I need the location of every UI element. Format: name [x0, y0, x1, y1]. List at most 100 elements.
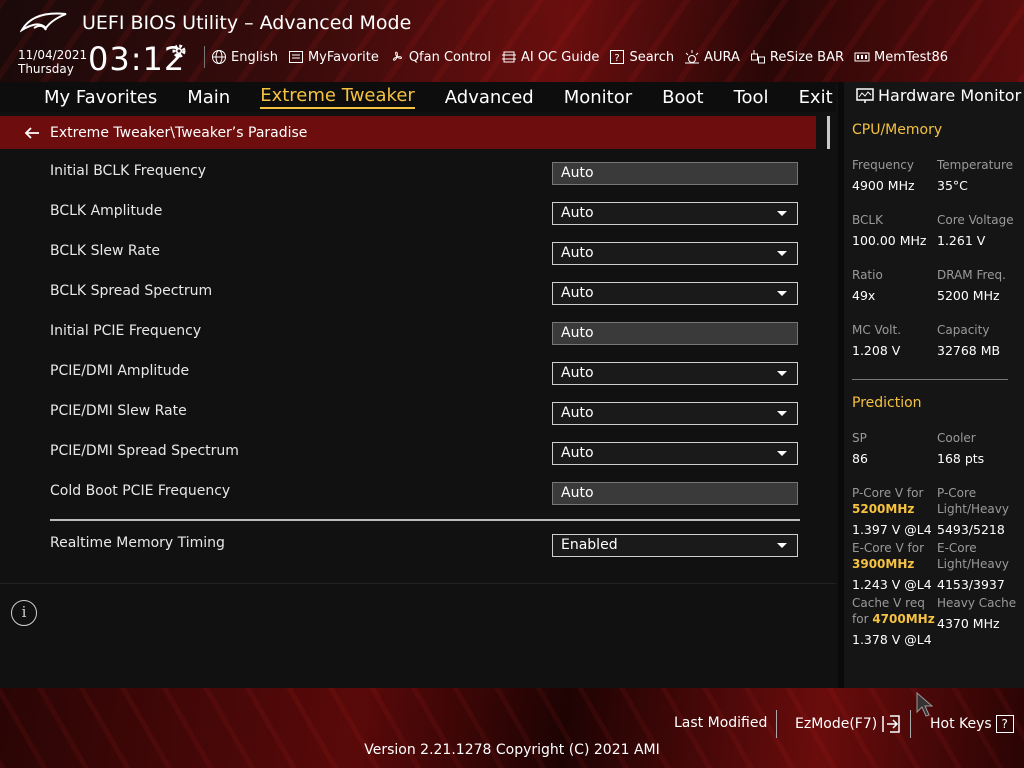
- dropdown-caret-icon: [777, 211, 787, 216]
- setting-label: PCIE/DMI Amplitude: [50, 363, 190, 379]
- setting-label: Initial BCLK Frequency: [50, 163, 207, 179]
- breadcrumb: Extreme Tweaker\Tweaker’s Paradise: [0, 116, 816, 149]
- setting-row: PCIE/DMI Slew Rate Auto: [50, 401, 800, 425]
- setting-input[interactable]: Auto: [552, 162, 798, 185]
- breadcrumb-path: Extreme Tweaker\Tweaker’s Paradise: [50, 124, 308, 141]
- tab-tool[interactable]: Tool: [734, 87, 769, 108]
- hw-value: 86: [852, 451, 868, 466]
- search-icon: ?: [610, 50, 625, 64]
- prediction-heading: Prediction: [852, 395, 922, 411]
- setting-label: Initial PCIE Frequency: [50, 323, 202, 339]
- hw-value: 49x: [852, 288, 876, 303]
- hw-value: 1.397 V @L4: [852, 522, 932, 537]
- toolbar-search[interactable]: ? Search: [609, 49, 674, 65]
- tab-boot[interactable]: Boot: [662, 87, 703, 108]
- dropdown-caret-icon: [777, 291, 787, 296]
- toolbar-aura-label: AURA: [704, 49, 740, 65]
- header-bar: UEFI BIOS Utility – Advanced Mode 11/04/…: [0, 0, 1024, 82]
- setting-dropdown[interactable]: Auto: [552, 242, 798, 265]
- help-panel: i: [0, 583, 836, 687]
- hw-value: 4153/3937: [937, 577, 1005, 592]
- toolbar-qfan[interactable]: Qfan Control: [389, 49, 491, 65]
- toolbar-memtest-label: MemTest86: [874, 49, 949, 65]
- hw-value: 35°C: [937, 178, 968, 193]
- setting-value: Enabled: [561, 537, 618, 553]
- last-modified-button[interactable]: Last Modified: [674, 715, 767, 731]
- setting-input[interactable]: Auto: [552, 322, 798, 345]
- hw-label: for 4700MHz: [852, 612, 935, 626]
- section-divider: [50, 519, 800, 521]
- hw-label: SP: [852, 431, 867, 445]
- ezmode-button[interactable]: EzMode(F7): [795, 715, 901, 733]
- tab-extreme-tweaker[interactable]: Extreme Tweaker: [260, 85, 415, 109]
- setting-dropdown[interactable]: Auto: [552, 362, 798, 385]
- day-text: Thursday: [18, 62, 74, 76]
- toolbar-search-label: Search: [629, 49, 675, 65]
- hw-label: Heavy Cache: [937, 596, 1017, 610]
- hw-label-for: for: [852, 612, 869, 626]
- dropdown-caret-icon: [777, 371, 787, 376]
- tab-advanced[interactable]: Advanced: [445, 87, 534, 108]
- toolbar-resize-bar-label: ReSize BAR: [769, 49, 845, 65]
- tab-monitor[interactable]: Monitor: [564, 87, 632, 108]
- hw-label: MC Volt.: [852, 323, 902, 337]
- setting-dropdown[interactable]: Auto: [552, 442, 798, 465]
- memory-icon: [854, 52, 870, 62]
- setting-dropdown[interactable]: Auto: [552, 282, 798, 305]
- setting-row: PCIE/DMI Amplitude Auto: [50, 361, 800, 385]
- tab-main[interactable]: Main: [187, 87, 230, 108]
- toolbar-aura[interactable]: AURA: [684, 49, 740, 65]
- hw-value: 4370 MHz: [937, 616, 1000, 631]
- settings-panel: Initial BCLK Frequency Auto BCLK Amplitu…: [0, 149, 836, 577]
- toolbar-language-label: English: [231, 49, 278, 65]
- hw-highlight: 4700MHz: [872, 612, 935, 626]
- monitor-icon: [856, 87, 874, 103]
- svg-text:?: ?: [615, 53, 620, 64]
- hw-divider: [852, 379, 1008, 380]
- hw-label: E-Core V for: [852, 541, 925, 555]
- setting-row: BCLK Amplitude Auto: [50, 201, 800, 225]
- hw-label: Ratio: [852, 268, 883, 282]
- hw-value: 1.208 V: [852, 343, 901, 358]
- hot-keys-label: Hot Keys: [930, 716, 992, 732]
- setting-row: Initial BCLK Frequency Auto: [50, 161, 800, 185]
- hot-keys-button[interactable]: Hot Keys ?: [930, 715, 1014, 733]
- dropdown-caret-icon: [777, 411, 787, 416]
- toolbar-myfavorite[interactable]: MyFavorite: [288, 49, 379, 65]
- hw-label: Cache V req: [852, 596, 925, 610]
- setting-dropdown[interactable]: Auto: [552, 402, 798, 425]
- setting-label: BCLK Amplitude: [50, 203, 163, 219]
- toolbar: English MyFavorite Qfan Control AI OC Gu…: [204, 46, 958, 68]
- setting-label: Realtime Memory Timing: [50, 535, 225, 551]
- hw-value: 32768 MB: [937, 343, 1001, 358]
- gear-icon[interactable]: [170, 42, 188, 60]
- setting-value: Auto: [561, 165, 594, 181]
- hw-label: BCLK: [852, 213, 883, 227]
- hw-value: 100.00 MHz: [852, 233, 927, 248]
- favorite-list-icon: [288, 51, 303, 63]
- setting-label: PCIE/DMI Slew Rate: [50, 403, 187, 419]
- toolbar-resize-bar[interactable]: ReSize BAR: [750, 49, 844, 65]
- setting-dropdown[interactable]: Auto: [552, 202, 798, 225]
- cpu-memory-heading: CPU/Memory: [852, 122, 943, 138]
- tab-exit[interactable]: Exit: [799, 87, 833, 108]
- hw-label: Cooler: [937, 431, 976, 445]
- setting-row: Cold Boot PCIE Frequency Auto: [50, 481, 800, 505]
- aura-light-icon: [685, 50, 700, 64]
- setting-input[interactable]: Auto: [552, 482, 798, 505]
- tab-my-favorites[interactable]: My Favorites: [44, 87, 157, 108]
- toolbar-language[interactable]: English: [211, 49, 278, 65]
- footer-bar: Last Modified EzMode(F7) Hot Keys ? Vers…: [0, 688, 1024, 768]
- setting-dropdown[interactable]: Enabled: [552, 534, 798, 557]
- hardware-monitor-title-text: Hardware Monitor: [878, 86, 1022, 105]
- toolbar-memtest[interactable]: MemTest86: [854, 49, 948, 65]
- exit-to-ezmode-icon: [882, 715, 900, 733]
- fan-icon: [392, 51, 402, 61]
- setting-value: Auto: [561, 245, 594, 261]
- setting-row: Realtime Memory Timing Enabled: [50, 533, 800, 557]
- help-key-icon: ?: [995, 715, 1014, 733]
- toolbar-myfavorite-label: MyFavorite: [307, 49, 379, 65]
- back-arrow-icon[interactable]: [24, 126, 40, 140]
- toolbar-ai-oc-guide[interactable]: AI OC Guide: [501, 49, 599, 65]
- setting-row: Initial PCIE Frequency Auto: [50, 321, 800, 345]
